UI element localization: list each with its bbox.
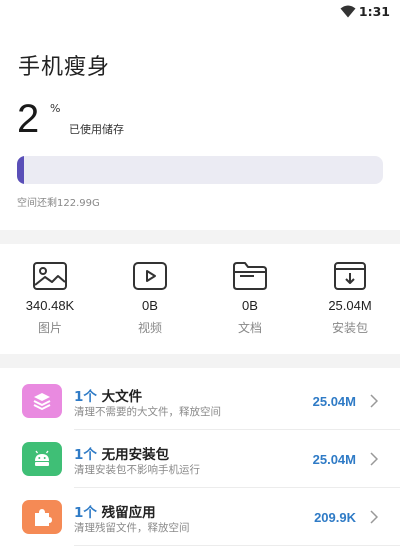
chevron-right-icon bbox=[370, 394, 378, 408]
item-count: 1个 bbox=[74, 447, 97, 463]
storage-usage-bar bbox=[17, 156, 383, 184]
item-count: 1个 bbox=[74, 389, 97, 405]
category-row: 340.48K 图片 0B 视频 0B 文档 25.04M 安装包 bbox=[0, 258, 400, 348]
clean-item-list: 1个 大文件 清理不需要的大文件，释放空间 25.04M 1个 无用安装包 清理… bbox=[0, 372, 400, 546]
android-icon bbox=[22, 442, 62, 476]
page-title: 手机瘦身 bbox=[18, 55, 111, 80]
item-count: 1个 bbox=[74, 505, 97, 521]
item-name: 无用安装包 bbox=[96, 447, 170, 463]
stack-layers-icon bbox=[22, 384, 62, 418]
category-images[interactable]: 340.48K 图片 bbox=[0, 258, 100, 348]
clean-item-title: 1个 无用安装包 bbox=[74, 443, 169, 463]
clean-item-large-files[interactable]: 1个 大文件 清理不需要的大文件，释放空间 25.04M bbox=[0, 372, 400, 430]
row-divider bbox=[74, 545, 400, 546]
video-icon bbox=[133, 262, 167, 290]
category-size: 340.48K bbox=[25, 298, 75, 313]
chevron-right-icon bbox=[370, 510, 378, 524]
clean-item-title: 1个 大文件 bbox=[74, 385, 142, 405]
percent-sign: % bbox=[50, 102, 61, 115]
category-label: 视频 bbox=[137, 321, 162, 335]
image-icon bbox=[33, 262, 67, 290]
wifi-icon bbox=[340, 5, 356, 18]
section-divider bbox=[0, 354, 400, 368]
category-label: 图片 bbox=[37, 321, 62, 335]
clean-item-description: 清理安装包不影响手机运行 bbox=[74, 464, 200, 476]
puzzle-icon bbox=[22, 500, 62, 534]
clean-item-size: 25.04M bbox=[312, 452, 356, 467]
used-percent-value: 2 bbox=[17, 97, 40, 141]
used-storage-label: 已使用储存 bbox=[69, 123, 124, 136]
storage-usage-fill bbox=[17, 156, 25, 184]
category-label: 文档 bbox=[237, 321, 262, 335]
status-bar: 1:31 bbox=[0, 0, 400, 24]
item-name: 大文件 bbox=[96, 389, 143, 405]
category-packages[interactable]: 25.04M 安装包 bbox=[300, 258, 400, 348]
section-divider bbox=[0, 230, 400, 244]
clean-item-title: 1个 残留应用 bbox=[74, 501, 156, 521]
category-size: 0B bbox=[242, 298, 258, 313]
folder-icon bbox=[233, 262, 267, 290]
item-name: 残留应用 bbox=[96, 505, 156, 521]
category-label: 安装包 bbox=[331, 321, 368, 335]
clean-item-size: 25.04M bbox=[312, 394, 356, 409]
category-size: 0B bbox=[142, 298, 158, 313]
remaining-space-text: 空间还剩122.99G bbox=[17, 198, 100, 209]
clean-item-description: 清理残留文件，释放空间 bbox=[74, 522, 190, 534]
package-download-icon bbox=[334, 262, 366, 290]
clean-item-size: 209.9K bbox=[314, 510, 356, 525]
clean-item-description: 清理不需要的大文件，释放空间 bbox=[74, 406, 221, 418]
clean-item-useless-packages[interactable]: 1个 无用安装包 清理安装包不影响手机运行 25.04M bbox=[0, 430, 400, 488]
category-videos[interactable]: 0B 视频 bbox=[100, 258, 200, 348]
chevron-right-icon bbox=[370, 452, 378, 466]
clean-item-residual-apps[interactable]: 1个 残留应用 清理残留文件，释放空间 209.9K bbox=[0, 488, 400, 546]
category-size: 25.04M bbox=[328, 298, 372, 313]
status-time: 1:31 bbox=[358, 4, 390, 19]
category-documents[interactable]: 0B 文档 bbox=[200, 258, 300, 348]
